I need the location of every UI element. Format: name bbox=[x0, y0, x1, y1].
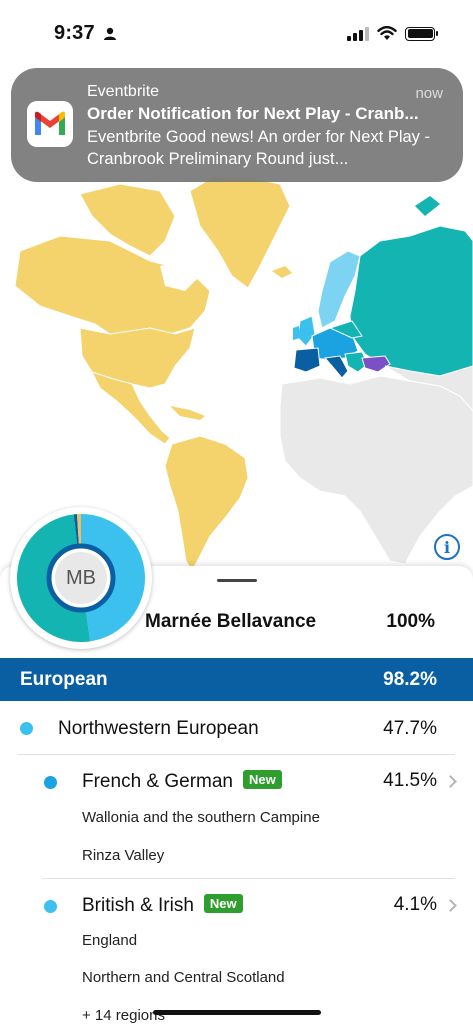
profile-percent: 100% bbox=[386, 611, 435, 632]
subregion-percent: 4.1% bbox=[393, 894, 437, 915]
person-icon bbox=[104, 27, 116, 40]
status-bar: 9:37 bbox=[0, 0, 473, 66]
signal-icon bbox=[347, 26, 369, 41]
subregion-percent: 41.5% bbox=[383, 770, 437, 791]
region-label: Northwestern European bbox=[58, 718, 259, 739]
subregion-title: British & Irish New bbox=[82, 894, 243, 917]
notification-banner[interactable]: Eventbrite now Order Notification for Ne… bbox=[11, 68, 463, 182]
notification-app-name: Eventbrite bbox=[87, 83, 160, 100]
avatar: MB bbox=[52, 549, 110, 607]
sheet-grabber[interactable] bbox=[217, 579, 257, 582]
subregion-title: French & German New bbox=[82, 770, 282, 793]
new-badge: New bbox=[203, 894, 243, 913]
region-row-northwestern[interactable]: Northwestern European 47.7% bbox=[0, 702, 473, 754]
community-label: Northern and Central Scotland bbox=[82, 969, 285, 986]
wifi-icon bbox=[377, 26, 397, 40]
community-label: England bbox=[82, 932, 138, 949]
more-regions-link[interactable]: + 14 regions bbox=[82, 1007, 165, 1024]
subregion-label: British & Irish bbox=[82, 895, 194, 916]
chevron-right-icon bbox=[444, 775, 457, 788]
subregion-color-dot bbox=[44, 900, 57, 913]
subregion-row-french-german[interactable]: French & German New 41.5% Wallonia and th… bbox=[0, 756, 473, 878]
info-icon[interactable]: i bbox=[434, 534, 460, 560]
region-percent: 47.7% bbox=[383, 718, 437, 739]
notification-time: now bbox=[415, 85, 443, 102]
subregion-label: French & German bbox=[82, 771, 233, 792]
divider bbox=[42, 878, 455, 879]
status-indicators bbox=[347, 26, 438, 41]
european-label: European bbox=[20, 669, 108, 690]
european-percent: 98.2% bbox=[383, 669, 437, 690]
notification-body: Eventbrite Good news! An order for Next … bbox=[87, 128, 430, 168]
european-region-bar[interactable]: European 98.2% bbox=[0, 658, 473, 701]
divider bbox=[18, 754, 455, 755]
notification-title: Order Notification for Next Play - Cranb… bbox=[87, 104, 419, 123]
gmail-icon bbox=[27, 101, 73, 147]
community-label: Rinza Valley bbox=[82, 847, 165, 864]
ethnicity-donut[interactable]: MB bbox=[10, 507, 152, 649]
region-color-dot bbox=[20, 722, 33, 735]
subregion-row-british-irish[interactable]: British & Irish New 4.1% England Northern… bbox=[0, 880, 473, 1024]
home-indicator[interactable] bbox=[153, 1010, 321, 1015]
subregion-color-dot bbox=[44, 776, 57, 789]
battery-icon bbox=[405, 26, 438, 41]
chevron-right-icon bbox=[444, 899, 457, 912]
community-label: Wallonia and the southern Campine bbox=[82, 809, 320, 826]
profile-name: Marnée Bellavance bbox=[145, 611, 317, 632]
new-badge: New bbox=[243, 770, 282, 789]
status-time: 9:37 bbox=[54, 22, 95, 44]
